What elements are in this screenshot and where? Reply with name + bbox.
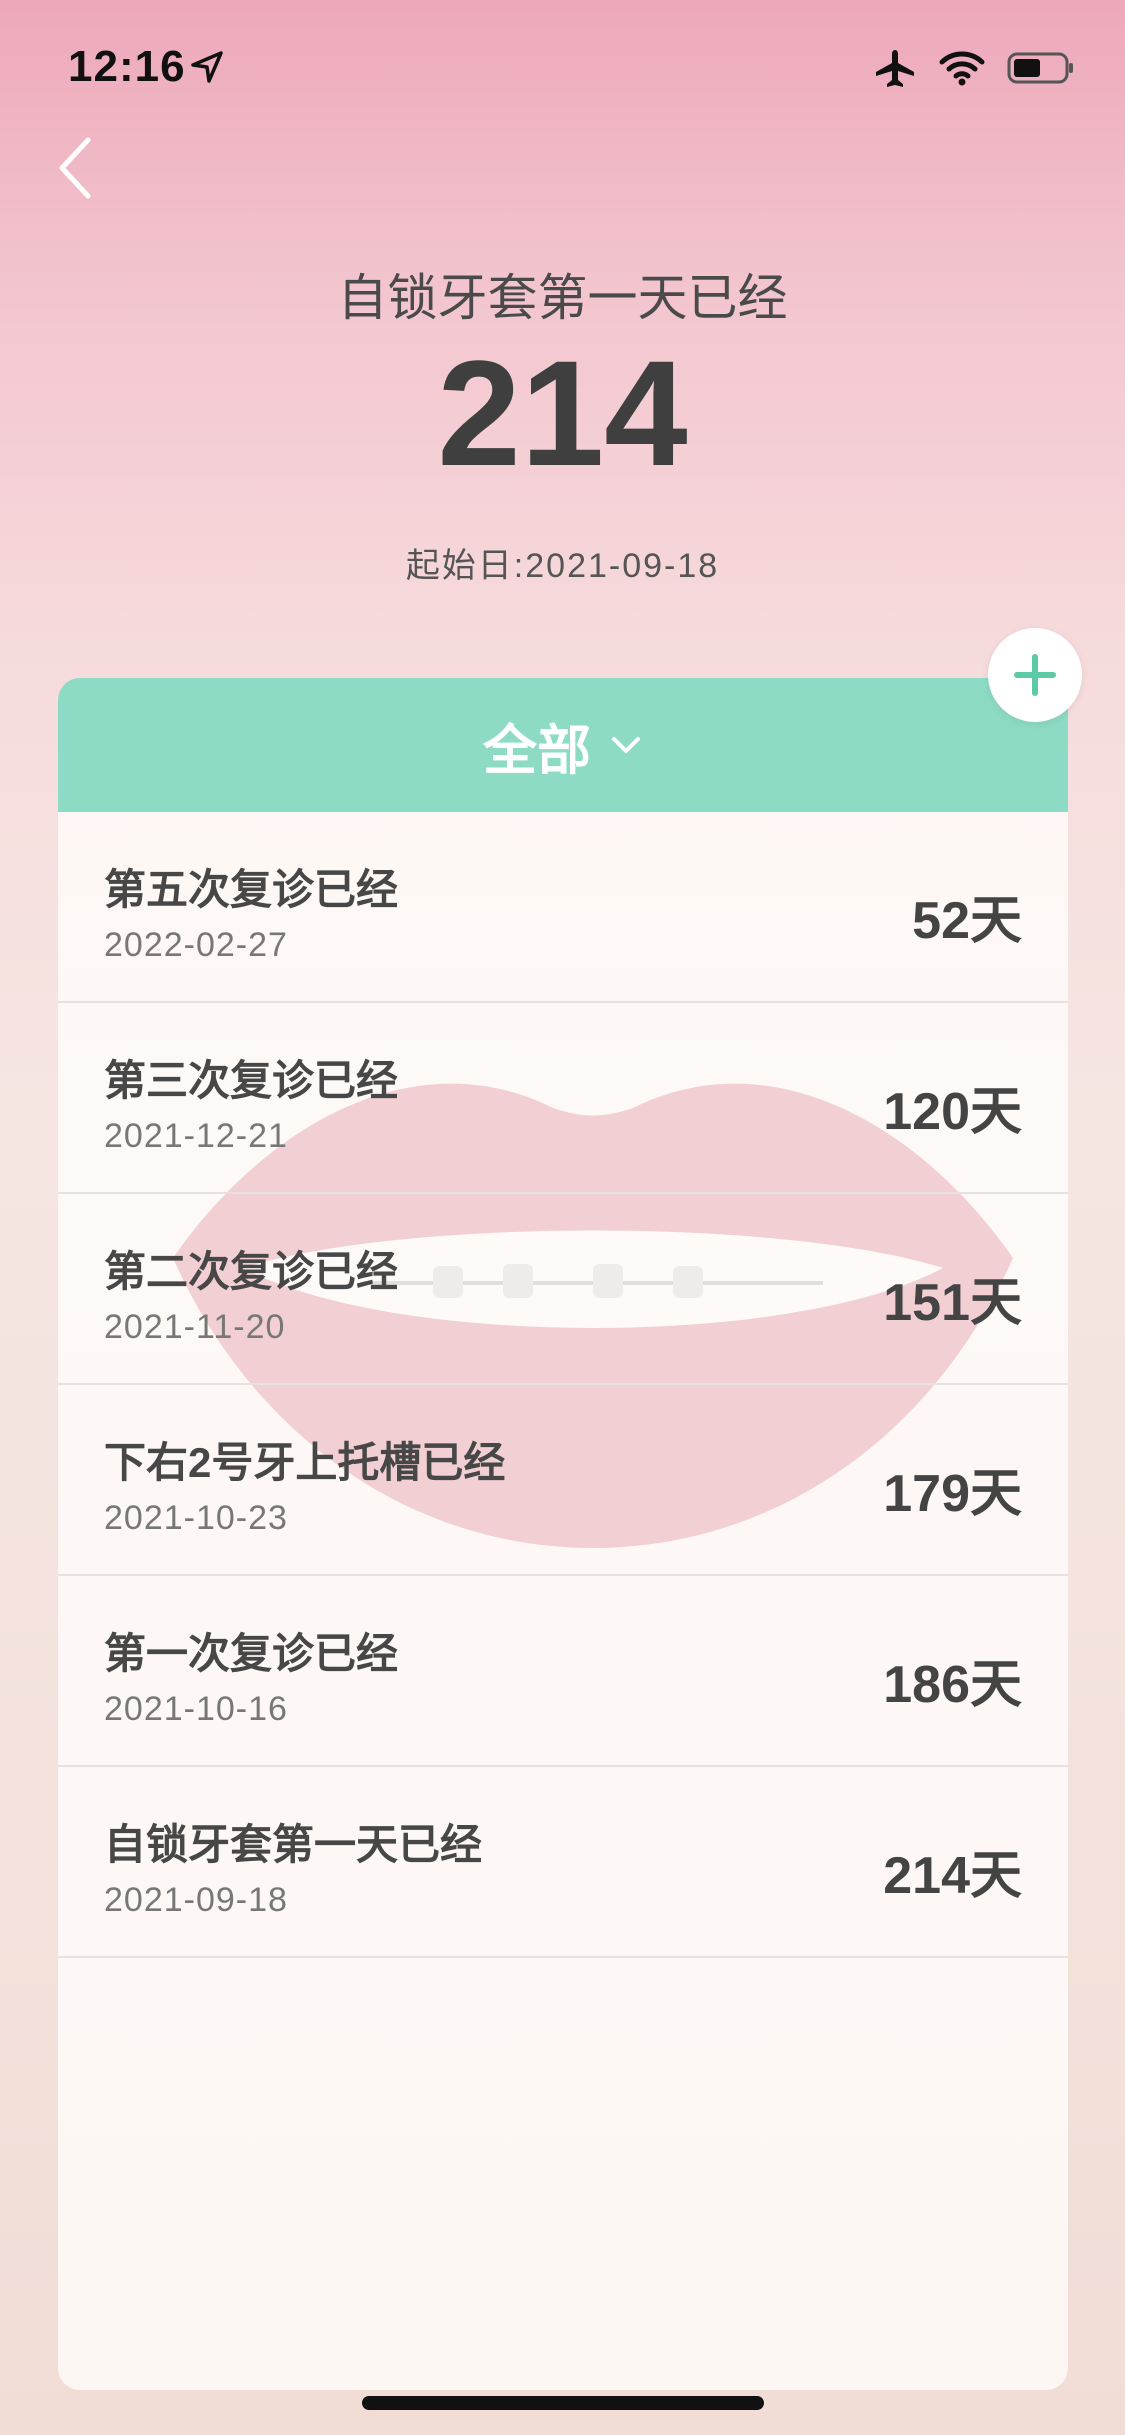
item-days: 151天 <box>883 1274 1022 1332</box>
plus-icon <box>1014 654 1056 696</box>
home-indicator[interactable] <box>362 2396 764 2410</box>
list-item[interactable]: 下右2号牙上托槽已经 2021-10-23 179天 <box>58 1385 1068 1576</box>
page-title: 自锁牙套第一天已经 <box>337 270 788 326</box>
item-title: 第五次复诊已经 <box>104 866 399 913</box>
filter-dropdown[interactable]: 全部 <box>58 678 1068 812</box>
item-date: 2021-10-16 <box>104 1690 288 1728</box>
item-title: 第二次复诊已经 <box>104 1248 399 1295</box>
list-item[interactable]: 第二次复诊已经 2021-11-20 151天 <box>58 1194 1068 1385</box>
item-title: 第三次复诊已经 <box>104 1057 399 1104</box>
status-time: 12:16 <box>68 42 186 91</box>
item-days: 214天 <box>883 1847 1022 1905</box>
item-title: 自锁牙套第一天已经 <box>104 1821 483 1868</box>
item-title: 第一次复诊已经 <box>104 1630 399 1677</box>
wifi-icon <box>939 50 985 91</box>
back-button[interactable] <box>48 128 108 208</box>
item-date: 2021-12-21 <box>104 1117 288 1155</box>
battery-icon <box>1007 51 1075 90</box>
item-date: 2021-11-20 <box>104 1308 286 1346</box>
airplane-icon <box>873 48 917 93</box>
chevron-down-icon <box>612 737 640 753</box>
item-date: 2022-02-27 <box>104 926 288 964</box>
item-date: 2021-09-18 <box>104 1881 288 1919</box>
item-date: 2021-10-23 <box>104 1499 288 1537</box>
list-item[interactable]: 第三次复诊已经 2021-12-21 120天 <box>58 1003 1068 1194</box>
list-item[interactable]: 第五次复诊已经 2022-02-27 52天 <box>58 812 1068 1003</box>
item-days: 52天 <box>912 892 1022 950</box>
status-icons <box>873 48 1075 93</box>
event-card: 全部 第五次复诊已经 2022-02-27 52天 第三次复诊已经 2021-1… <box>58 678 1068 2390</box>
item-title: 下右2号牙上托槽已经 <box>104 1439 506 1486</box>
start-date-label: 起始日:2021-09-18 <box>405 547 720 585</box>
list-item[interactable]: 自锁牙套第一天已经 2021-09-18 214天 <box>58 1767 1068 1958</box>
event-list: 第五次复诊已经 2022-02-27 52天 第三次复诊已经 2021-12-2… <box>58 812 1068 1958</box>
item-days: 120天 <box>883 1083 1022 1141</box>
chevron-left-icon <box>59 137 91 199</box>
list-item[interactable]: 第一次复诊已经 2021-10-16 186天 <box>58 1576 1068 1767</box>
item-days: 179天 <box>883 1465 1022 1523</box>
location-arrow-icon <box>190 50 230 90</box>
total-days-count: 214 <box>437 329 688 497</box>
add-event-button[interactable] <box>988 628 1082 722</box>
item-days: 186天 <box>883 1656 1022 1714</box>
filter-label: 全部 <box>483 720 591 781</box>
status-bar: 12:16 <box>0 0 1125 140</box>
